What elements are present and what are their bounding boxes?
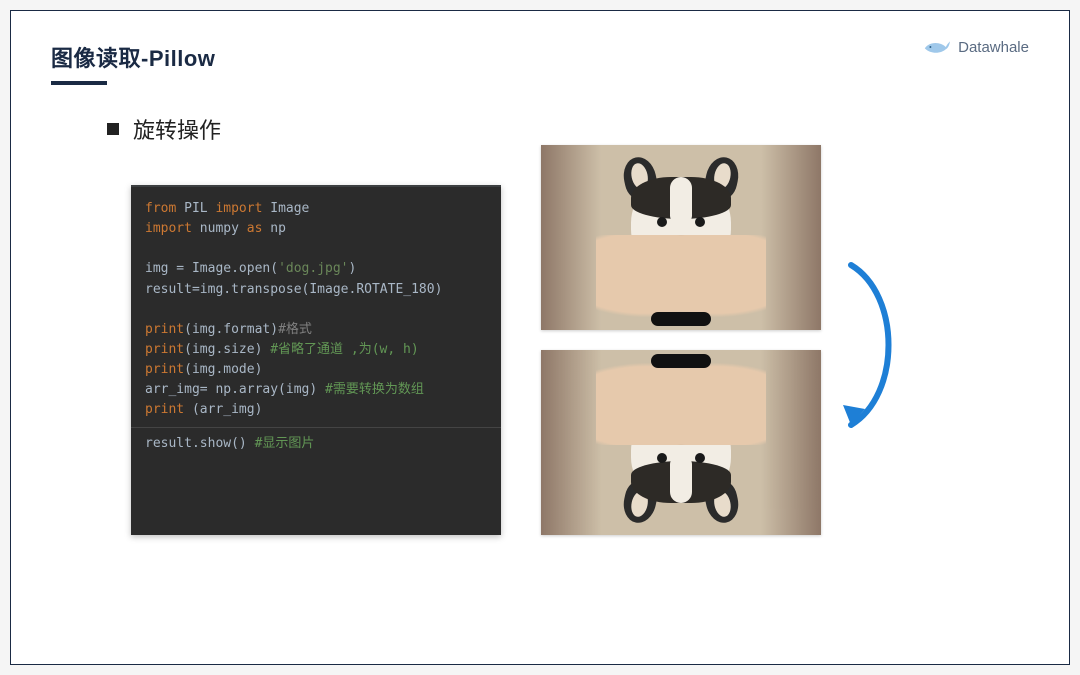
header: 图像读取-Pillow Datawhale (51, 41, 1029, 85)
whale-icon (922, 37, 950, 57)
bullet-label: 旋转操作 (133, 113, 221, 145)
code-blank-1 (145, 239, 487, 259)
brand: Datawhale (922, 37, 1029, 57)
slide: 图像读取-Pillow Datawhale 旋转操作 from PIL impo… (10, 10, 1070, 665)
rotate-arrow-icon (831, 255, 911, 435)
code-line-2: import numpy as np (145, 219, 487, 239)
slide-title: 图像读取-Pillow (51, 41, 215, 73)
code-line-4: result=img.transpose(Image.ROTATE_180) (145, 280, 487, 300)
code-blank-2 (145, 300, 487, 320)
code-line-5: print(img.format)#格式 (145, 320, 487, 340)
code-line-10: result.show() #显示图片 (145, 434, 487, 454)
code-divider (131, 427, 501, 428)
code-block: from PIL import Image import numpy as np… (131, 185, 501, 535)
bullet-row: 旋转操作 (107, 113, 1029, 145)
code-line-7: print(img.mode) (145, 360, 487, 380)
title-underline (51, 81, 107, 85)
code-line-8: arr_img= np.array(img) #需要转换为数组 (145, 380, 487, 400)
code-line-1: from PIL import Image (145, 199, 487, 219)
image-original (541, 145, 821, 330)
images-column (541, 145, 821, 535)
image-rotated (541, 350, 821, 535)
code-line-9: print (arr_img) (145, 400, 487, 420)
code-line-3: img = Image.open('dog.jpg') (145, 259, 487, 279)
title-block: 图像读取-Pillow (51, 41, 215, 85)
bullet-icon (107, 123, 119, 135)
content-row: from PIL import Image import numpy as np… (131, 185, 1029, 535)
brand-name: Datawhale (958, 39, 1029, 56)
code-line-6: print(img.size) #省略了通道 ,为(w, h) (145, 340, 487, 360)
